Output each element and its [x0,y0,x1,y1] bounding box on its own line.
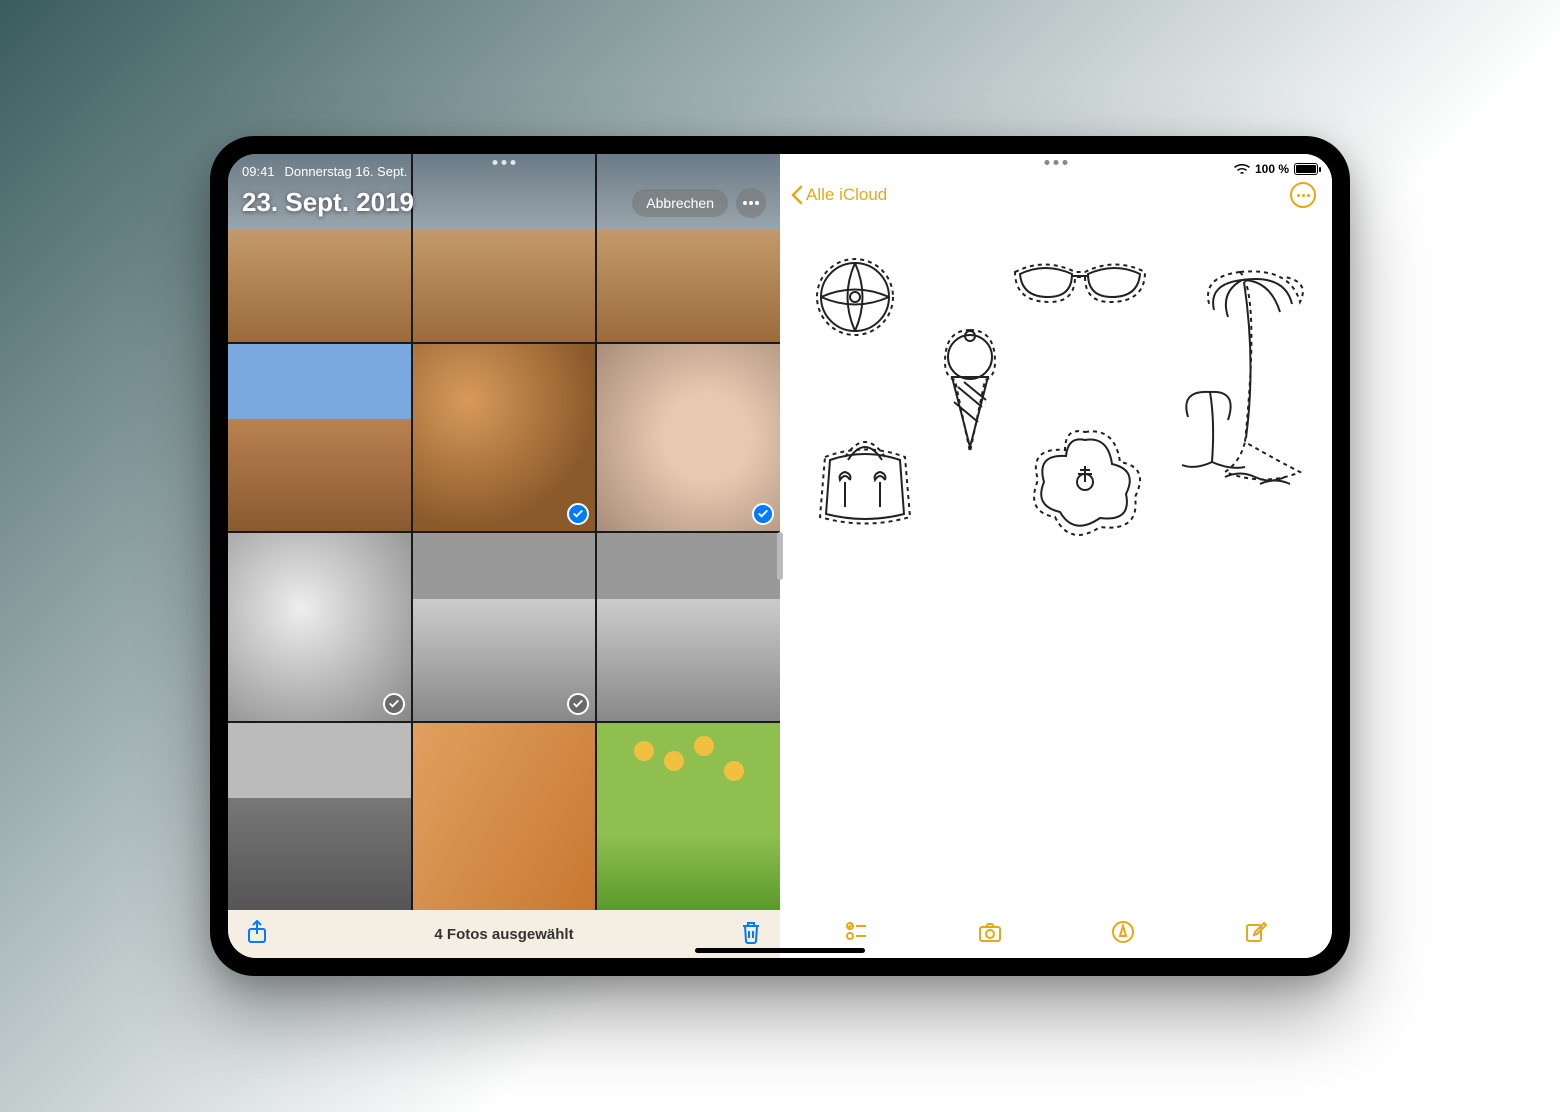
note-more-button[interactable] [1290,182,1316,208]
ipad-screen: 09:41 Donnerstag 16. Sept. 23. Sept. 201… [228,154,1332,958]
markup-icon[interactable] [1111,920,1135,949]
photos-header: 09:41 Donnerstag 16. Sept. 23. Sept. 201… [228,154,780,218]
more-options-button[interactable] [736,188,766,218]
photo-thumbnail[interactable] [597,344,780,532]
notes-header: 100 % Alle iCloud [780,154,1332,212]
photo-thumbnail[interactable] [228,723,411,911]
ipad-device-frame: 09:41 Donnerstag 16. Sept. 23. Sept. 201… [210,136,1350,976]
selection-count-label: 4 Fotos ausgewählt [434,926,573,943]
back-label: Alle iCloud [806,185,887,205]
photo-thumbnail[interactable] [228,533,411,721]
photo-thumbnail[interactable] [597,723,780,911]
selected-check-icon [567,503,589,525]
photo-thumbnail[interactable] [413,723,596,911]
photos-date-title: 23. Sept. 2019 [242,187,414,218]
wifi-icon [1234,163,1250,175]
compose-icon[interactable] [1244,920,1268,949]
back-button[interactable]: Alle iCloud [790,185,887,205]
sketch-ice-cream [930,322,1010,462]
selected-check-icon [383,693,405,715]
share-icon[interactable] [246,919,268,949]
photo-thumbnail[interactable] [413,344,596,532]
sketch-beach-ball [810,252,900,342]
note-canvas[interactable] [780,212,1332,910]
sketch-sunglasses [1010,252,1150,312]
multitasking-indicator-icon[interactable] [493,160,516,165]
cancel-button[interactable]: Abbrechen [632,189,728,217]
trash-icon[interactable] [740,920,762,948]
photos-app-pane: 09:41 Donnerstag 16. Sept. 23. Sept. 201… [228,154,780,958]
chevron-left-icon [790,185,804,205]
camera-icon[interactable] [978,920,1002,949]
home-indicator[interactable] [695,948,865,953]
photo-thumbnail[interactable] [413,533,596,721]
status-date: Donnerstag 16. Sept. [285,164,408,179]
checklist-icon[interactable] [845,920,869,949]
selected-check-icon [752,503,774,525]
split-view-handle[interactable] [777,532,783,580]
sketch-beach-bag [810,422,920,532]
status-time: 09:41 [242,164,275,179]
battery-percent-label: 100 % [1255,162,1289,176]
status-bar-right: 100 % [1234,162,1318,176]
battery-icon [1294,163,1318,175]
photo-thumbnail[interactable] [597,533,780,721]
sketch-palm-trees [1170,262,1320,492]
photo-thumbnail[interactable] [228,344,411,532]
notes-app-pane: 100 % Alle iCloud [780,154,1332,958]
selected-check-icon [567,693,589,715]
photo-grid [228,154,780,910]
sketch-hibiscus [1020,422,1150,542]
multitasking-indicator-icon[interactable] [1045,160,1068,165]
